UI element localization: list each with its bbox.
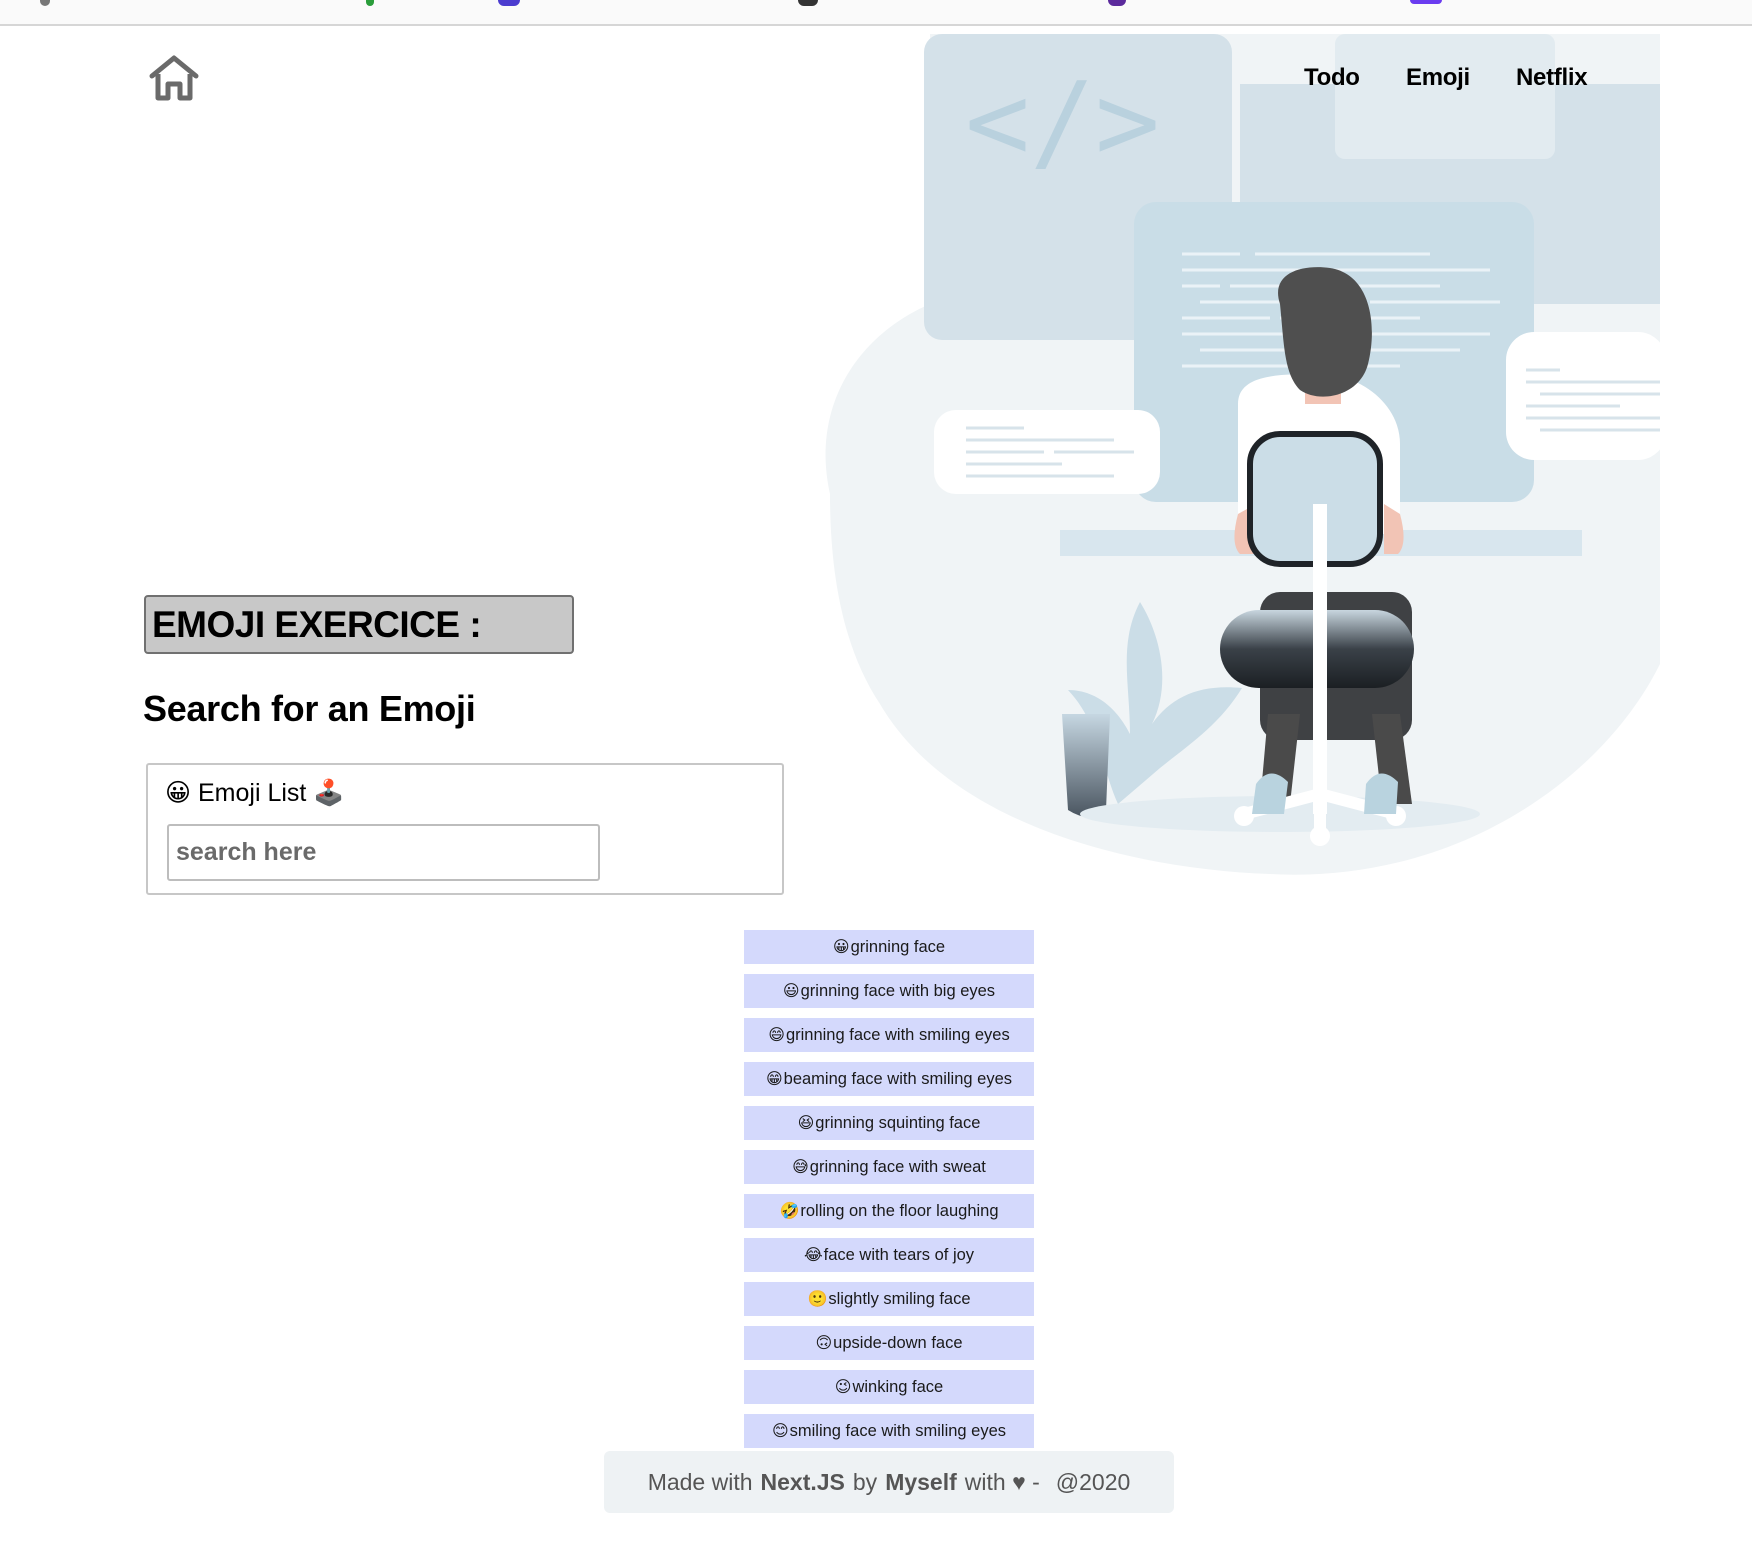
search-input[interactable] <box>167 824 600 881</box>
svg-text:</>: </> <box>965 60 1160 185</box>
emoji-list-item[interactable]: 🤣 rolling on the floor laughing <box>744 1194 1034 1228</box>
emoji-search-panel: 😀 Emoji List 🕹️ <box>146 763 784 895</box>
browser-bookmarks-strip <box>0 0 1752 26</box>
emoji-name: grinning squinting face <box>815 1113 981 1132</box>
emoji-glyph: 🤣 <box>779 1203 800 1220</box>
emoji-list-item[interactable]: 😃 grinning face with big eyes <box>744 974 1034 1008</box>
footer-year: @2020 <box>1055 1468 1131 1495</box>
emoji-glyph: 😅 <box>792 1159 809 1176</box>
emoji-results-list: 😀 grinning face 😃 grinning face with big e… <box>744 930 1034 1458</box>
emoji-name: beaming face with smiling eyes <box>783 1069 1013 1088</box>
emoji-name: rolling on the floor laughing <box>800 1201 999 1220</box>
nav-link-netflix[interactable]: Netflix <box>1516 64 1588 92</box>
emoji-glyph: 😂 <box>803 1247 823 1264</box>
top-nav: Todo Emoji Netflix <box>1300 64 1600 104</box>
footer-with-love: with ♥ - <box>964 1468 1040 1495</box>
nav-link-todo[interactable]: Todo <box>1304 64 1360 92</box>
emoji-list-item[interactable]: 😊 smiling face with smiling eyes <box>744 1414 1034 1448</box>
emoji-list-title: 😀 Emoji List 🕹️ <box>165 779 345 807</box>
emoji-name: smiling face with smiling eyes <box>789 1421 1007 1440</box>
emoji-name: face with tears of joy <box>823 1245 975 1264</box>
nav-link-emoji[interactable]: Emoji <box>1406 64 1470 92</box>
emoji-glyph: 😀 <box>832 939 850 956</box>
emoji-glyph: 😆 <box>797 1115 815 1132</box>
emoji-list-item[interactable]: 😀 grinning face <box>744 930 1034 964</box>
footer: Made with Next.JS by Myself with ♥ - @20… <box>604 1451 1174 1513</box>
emoji-glyph: 😄 <box>768 1027 785 1044</box>
emoji-name: upside-down face <box>833 1333 963 1352</box>
developer-illustration: </> <box>825 34 1660 875</box>
emoji-glyph: 😁 <box>765 1071 783 1088</box>
emoji-glyph: 😉 <box>834 1379 852 1396</box>
emoji-list-item[interactable]: 😂 face with tears of joy <box>744 1238 1034 1272</box>
emoji-list-item[interactable]: 🙃 upside-down face <box>744 1326 1034 1360</box>
footer-made-with: Made with <box>647 1468 753 1495</box>
footer-author-link[interactable]: Myself <box>885 1469 957 1496</box>
emoji-list-item[interactable]: 😁 beaming face with smiling eyes <box>744 1062 1034 1096</box>
footer-framework-link[interactable]: Next.JS <box>761 1469 845 1496</box>
emoji-glyph: 😃 <box>782 983 800 1000</box>
emoji-name: slightly smiling face <box>828 1289 971 1308</box>
emoji-list-item[interactable]: 😅 grinning face with sweat <box>744 1150 1034 1184</box>
search-heading: Search for an Emoji <box>143 688 476 729</box>
emoji-name: grinning face with smiling eyes <box>785 1025 1010 1044</box>
emoji-glyph: 🙂 <box>807 1291 828 1308</box>
emoji-name: grinning face with big eyes <box>800 981 996 1000</box>
emoji-glyph: 🙃 <box>815 1335 833 1352</box>
home-link[interactable] <box>148 54 200 102</box>
home-icon <box>149 55 199 101</box>
emoji-name: winking face <box>852 1377 944 1396</box>
emoji-list-item[interactable]: 😆 grinning squinting face <box>744 1106 1034 1140</box>
emoji-list-item[interactable]: 😉 winking face <box>744 1370 1034 1404</box>
footer-by: by <box>852 1468 878 1495</box>
exercise-title: EMOJI EXERCICE : <box>144 595 574 654</box>
emoji-name: grinning face <box>850 937 946 956</box>
emoji-list-item[interactable]: 🙂 slightly smiling face <box>744 1282 1034 1316</box>
emoji-glyph: 😊 <box>771 1423 789 1440</box>
emoji-list-item[interactable]: 😄 grinning face with smiling eyes <box>744 1018 1034 1052</box>
emoji-name: grinning face with sweat <box>809 1157 986 1176</box>
